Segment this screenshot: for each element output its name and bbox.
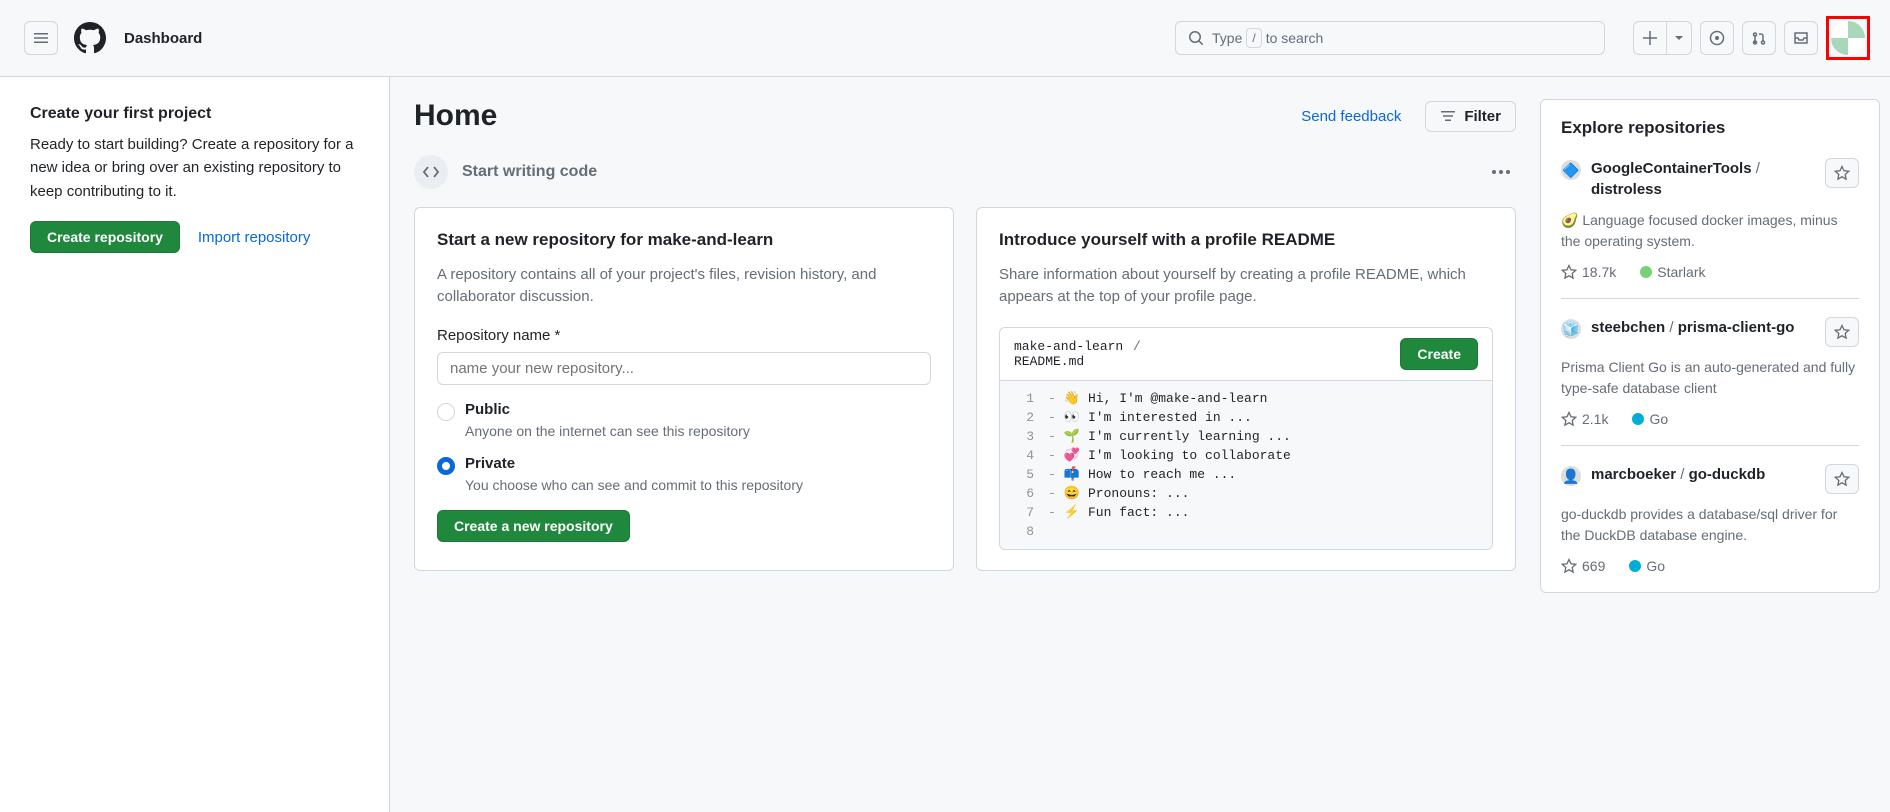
filter-button[interactable]: Filter — [1425, 101, 1516, 132]
section-label: Start writing code — [462, 163, 1472, 181]
repo-link[interactable]: steebchen / prisma-client-go — [1591, 317, 1815, 338]
code-line: 5-📫How to reach me ... — [1000, 465, 1492, 484]
public-radio[interactable] — [437, 403, 455, 421]
code-line: 7-⚡Fun fact: ... — [1000, 503, 1492, 522]
create-repository-button[interactable]: Create repository — [30, 221, 180, 253]
user-avatar[interactable] — [1831, 21, 1865, 55]
plus-icon[interactable] — [1634, 22, 1667, 54]
repo-owner-avatar: 🔷 — [1561, 160, 1581, 180]
readme-title: Introduce yourself with a profile README — [999, 228, 1493, 252]
explore-title: Explore repositories — [1561, 118, 1859, 138]
sidebar-desc: Ready to start building? Create a reposi… — [30, 133, 359, 203]
sidebar-title: Create your first project — [30, 105, 359, 123]
code-line: 3-🌱I'm currently learning ... — [1000, 427, 1492, 446]
send-feedback-link[interactable]: Send feedback — [1301, 108, 1401, 125]
readme-code-block: 1-👋Hi, I'm @make-and-learn2-👀I'm interes… — [1000, 380, 1492, 549]
search-input[interactable]: Type / to search — [1175, 21, 1605, 55]
right-panel: Explore repositories 🔷 GoogleContainerTo… — [1540, 77, 1890, 812]
import-repository-link[interactable]: Import repository — [198, 229, 311, 246]
repo-description: go-duckdb provides a database/sql driver… — [1561, 504, 1859, 546]
repo-stars: 669 — [1561, 558, 1605, 574]
dashboard-label[interactable]: Dashboard — [124, 30, 202, 47]
code-icon — [414, 155, 448, 189]
filter-icon — [1440, 108, 1456, 124]
repo-link[interactable]: marcboeker / go-duckdb — [1591, 464, 1815, 485]
section-menu-button[interactable] — [1486, 164, 1516, 180]
inbox-button[interactable] — [1784, 21, 1818, 55]
readme-desc: Share information about yourself by crea… — [999, 264, 1493, 309]
code-line: 8 — [1000, 522, 1492, 541]
new-repo-title: Start a new repository for make-and-lear… — [437, 228, 931, 252]
repo-stars: 2.1k — [1561, 411, 1608, 427]
create-readme-button[interactable]: Create — [1400, 338, 1478, 370]
issues-button[interactable] — [1700, 21, 1734, 55]
github-logo[interactable] — [74, 22, 106, 54]
search-icon — [1188, 30, 1204, 46]
star-button[interactable] — [1825, 317, 1859, 347]
readme-path: make-and-learn / README.md — [1014, 339, 1143, 369]
main-content: Home Send feedback Filter Start writing … — [390, 77, 1540, 812]
repo-language: Go — [1632, 411, 1668, 427]
repo-owner-avatar: 🧊 — [1561, 319, 1581, 339]
private-radio[interactable] — [437, 457, 455, 475]
pull-requests-button[interactable] — [1742, 21, 1776, 55]
repo-name-label: Repository name * — [437, 327, 931, 344]
dropdown-caret-icon[interactable] — [1667, 22, 1691, 54]
avatar-highlight — [1826, 16, 1870, 60]
repo-name-input[interactable] — [437, 352, 931, 385]
repo-language: Go — [1629, 558, 1665, 574]
new-repo-card: Start a new repository for make-and-lear… — [414, 207, 954, 571]
profile-readme-card: Introduce yourself with a profile README… — [976, 207, 1516, 571]
repo-description: 🥑 Language focused docker images, minus … — [1561, 210, 1859, 252]
explore-repo-item: 👤 marcboeker / go-duckdb go-duckdb provi… — [1561, 464, 1859, 574]
page-title: Home — [414, 99, 497, 133]
star-button[interactable] — [1825, 464, 1859, 494]
repo-description: Prisma Client Go is an auto-generated an… — [1561, 357, 1859, 399]
create-new-menu[interactable] — [1633, 21, 1692, 55]
code-line: 6-😄Pronouns: ... — [1000, 484, 1492, 503]
code-line: 1-👋Hi, I'm @make-and-learn — [1000, 389, 1492, 408]
repo-stars: 18.7k — [1561, 264, 1616, 280]
create-new-repo-button[interactable]: Create a new repository — [437, 510, 630, 542]
hamburger-menu-button[interactable] — [24, 21, 58, 55]
code-line: 4-💞️I'm looking to collaborate — [1000, 446, 1492, 465]
repo-language: Starlark — [1640, 264, 1705, 280]
star-button[interactable] — [1825, 158, 1859, 188]
explore-repo-item: 🧊 steebchen / prisma-client-go Prisma Cl… — [1561, 317, 1859, 446]
code-line: 2-👀I'm interested in ... — [1000, 408, 1492, 427]
new-repo-desc: A repository contains all of your projec… — [437, 264, 931, 309]
search-hotkey: / — [1246, 28, 1261, 48]
left-sidebar: Create your first project Ready to start… — [0, 77, 390, 812]
repo-link[interactable]: GoogleContainerTools / distroless — [1591, 158, 1815, 200]
global-header: Dashboard Type / to search — [0, 0, 1890, 77]
explore-repo-item: 🔷 GoogleContainerTools / distroless 🥑 La… — [1561, 158, 1859, 299]
repo-owner-avatar: 👤 — [1561, 466, 1581, 486]
